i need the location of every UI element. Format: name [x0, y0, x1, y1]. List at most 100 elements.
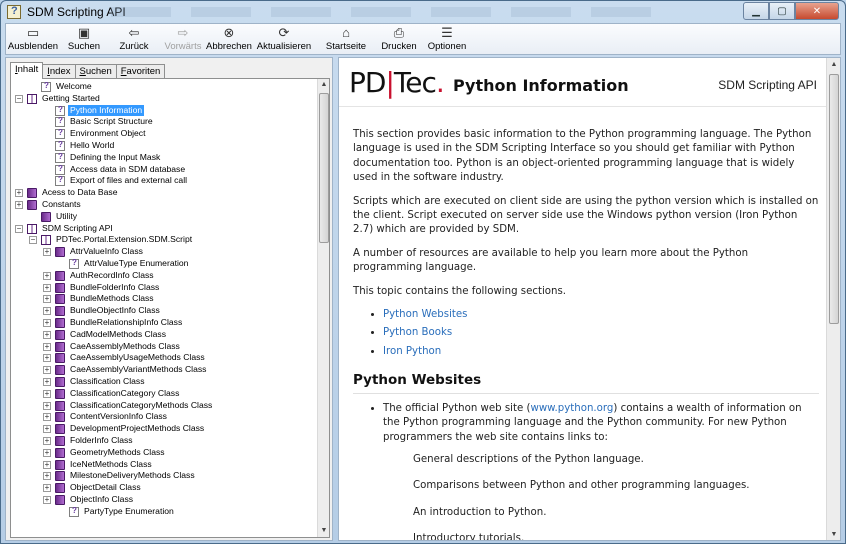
suchen-button[interactable]: ▣ Suchen — [60, 24, 108, 54]
tree-node[interactable]: + ClassificationCategory Class — [11, 388, 319, 400]
closed-book-icon — [55, 400, 65, 411]
expand-icon[interactable]: + — [43, 318, 51, 327]
tree-node[interactable]: + Acess to Data Base — [11, 187, 319, 199]
link-python-websites[interactable]: Python Websites — [383, 309, 467, 320]
scroll-up-icon[interactable]: ▲ — [827, 58, 840, 72]
tree-node[interactable]: + CadModelMethods Class — [11, 329, 319, 341]
expand-icon[interactable]: + — [15, 189, 23, 198]
tab-favoriten[interactable]: Favoriten — [115, 64, 166, 79]
list-item: Iron Python — [383, 345, 819, 359]
maximize-button[interactable]: ▢ — [769, 2, 795, 20]
tree-node[interactable]: Utility — [11, 211, 319, 223]
tree-node-label: Access data in SDM database — [70, 163, 186, 174]
tree-node[interactable]: + BundleMethods Class — [11, 293, 319, 305]
optionen-button[interactable]: ☰ Optionen — [422, 24, 472, 54]
expand-icon[interactable]: + — [43, 354, 51, 363]
collapse-icon[interactable]: − — [15, 94, 23, 103]
expand-icon[interactable]: + — [15, 200, 23, 209]
link-python-org[interactable]: www.python.org — [530, 403, 613, 414]
vorwaerts-button[interactable]: ⇨ Vorwärts — [160, 24, 206, 54]
expand-icon[interactable]: + — [43, 472, 51, 481]
tree-node[interactable]: − PDTec.Portal.Extension.SDM.Script — [11, 234, 319, 246]
expand-icon[interactable]: + — [43, 366, 51, 375]
expand-icon[interactable]: + — [43, 389, 51, 398]
expand-icon[interactable]: + — [43, 377, 51, 386]
tree-node[interactable]: + CaeAssemblyUsageMethods Class — [11, 352, 319, 364]
ausblenden-button[interactable]: ▭ Ausblenden — [6, 24, 60, 54]
expand-icon[interactable]: + — [43, 342, 51, 351]
tree-node[interactable]: + CaeAssemblyMethods Class — [11, 341, 319, 353]
scroll-up-icon[interactable]: ▲ — [318, 79, 329, 91]
closed-book-icon — [55, 471, 65, 482]
title-bar[interactable]: SDM Scripting API ▁ ▢ ✕ — [1, 1, 845, 23]
expand-icon[interactable]: + — [43, 401, 51, 410]
tree-scroll-thumb[interactable] — [319, 93, 329, 243]
tree-node[interactable]: + BundleFolderInfo Class — [11, 282, 319, 294]
close-button[interactable]: ✕ — [795, 2, 839, 20]
tab-suchen[interactable]: Suchen — [74, 64, 117, 79]
expand-icon[interactable]: + — [43, 413, 51, 422]
minimize-icon: ▁ — [752, 5, 760, 17]
tree-node[interactable]: + ObjectDetail Class — [11, 482, 319, 494]
expand-icon[interactable]: + — [43, 425, 51, 434]
contents-tree[interactable]: Welcome − Getting StartedPython Informatio… — [11, 80, 319, 518]
tree-node-label: ObjectInfo Class — [70, 493, 134, 504]
tree-node-label: IceNetMethods Class — [70, 458, 152, 469]
tree-node-label: BundleRelationshipInfo Class — [70, 316, 183, 327]
expand-icon[interactable]: + — [43, 460, 51, 469]
tree-node-label: Environment Object — [70, 128, 146, 139]
list-item: Python Websites — [383, 308, 819, 322]
tree-node[interactable]: + ObjectInfo Class — [11, 494, 319, 506]
help-page-icon — [41, 80, 51, 92]
expand-icon[interactable]: + — [43, 484, 51, 493]
tree-node[interactable]: + ClassificationCategoryMethods Class — [11, 400, 319, 412]
tree-node[interactable]: + FolderInfo Class — [11, 435, 319, 447]
tree-node[interactable]: + ContentVersionInfo Class — [11, 411, 319, 423]
tree-node[interactable]: + DevelopmentProjectMethods Class — [11, 423, 319, 435]
tab-inhalt[interactable]: Inhalt — [10, 62, 44, 79]
tree-node[interactable]: + CaeAssemblyVariantMethods Class — [11, 364, 319, 376]
topic-scrollbar[interactable]: ▲ ▼ — [826, 58, 840, 540]
tree-node[interactable]: + Classification Class — [11, 376, 319, 388]
tree-scrollbar[interactable]: ▲ ▼ — [317, 79, 329, 537]
startseite-button[interactable]: ⌂ Startseite — [316, 24, 376, 54]
topic-scroll-thumb[interactable] — [829, 74, 839, 324]
expand-icon[interactable]: + — [43, 436, 51, 445]
tree-node[interactable]: + BundleRelationshipInfo Class — [11, 317, 319, 329]
scroll-down-icon[interactable]: ▼ — [318, 525, 329, 537]
tab-index[interactable]: Index — [42, 64, 76, 79]
tree-node[interactable]: + BundleObjectInfo Class — [11, 305, 319, 317]
drucken-button[interactable]: ⎙ Drucken — [376, 24, 422, 54]
aktualisieren-button[interactable]: ⟳ Aktualisieren — [252, 24, 316, 54]
tree-node[interactable]: + IceNetMethods Class — [11, 459, 319, 471]
tree-node[interactable]: + MilestoneDeliveryMethods Class — [11, 470, 319, 482]
abbrechen-button[interactable]: ⊗ Abbrechen — [206, 24, 252, 54]
expand-icon[interactable]: + — [43, 330, 51, 339]
tree-node[interactable]: + AuthRecordInfo Class — [11, 270, 319, 282]
expand-icon[interactable]: + — [43, 271, 51, 280]
link-python-books[interactable]: Python Books — [383, 327, 452, 338]
expand-icon[interactable]: + — [43, 448, 51, 457]
tree-node[interactable]: + Constants — [11, 199, 319, 211]
expand-icon[interactable]: + — [43, 495, 51, 504]
tree-node[interactable]: − SDM Scripting API — [11, 223, 319, 235]
link-iron-python[interactable]: Iron Python — [383, 346, 441, 357]
tree-node[interactable]: AttrValueType Enumeration — [11, 257, 319, 270]
collapse-icon[interactable]: − — [29, 236, 37, 245]
minimize-button[interactable]: ▁ — [743, 2, 769, 20]
tree-node[interactable]: PartyType Enumeration — [11, 505, 319, 518]
expand-icon[interactable]: + — [43, 307, 51, 316]
expand-icon[interactable]: + — [43, 295, 51, 304]
list-item: The official Python web site (www.python… — [383, 402, 819, 445]
tree-node[interactable]: + AttrValueInfo Class — [11, 246, 319, 258]
tree-node-label: AuthRecordInfo Class — [70, 269, 154, 280]
expand-icon[interactable]: + — [43, 248, 51, 257]
zurueck-button[interactable]: ⇦ Zurück — [108, 24, 160, 54]
tree-node[interactable]: Export of files and external call — [11, 174, 319, 187]
collapse-icon[interactable]: − — [15, 224, 23, 233]
scroll-down-icon[interactable]: ▼ — [827, 528, 840, 540]
tree-node[interactable]: Welcome — [11, 80, 319, 93]
tree-node[interactable]: + GeometryMethods Class — [11, 447, 319, 459]
expand-icon[interactable]: + — [43, 283, 51, 292]
scripts-paragraph: Scripts which are executed on client sid… — [353, 195, 819, 236]
